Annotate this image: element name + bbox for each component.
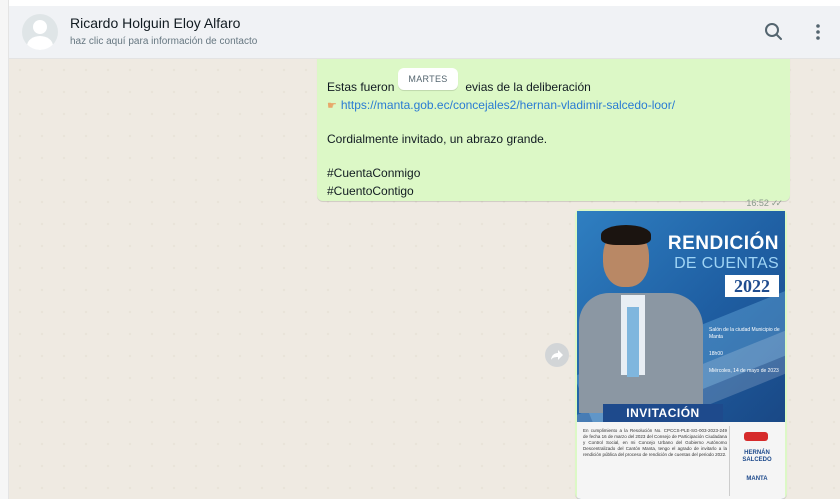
flyer-details: Salón de la ciudad Municipio de Manta 18… bbox=[709, 327, 783, 385]
flyer-subtitle: DE CUENTAS bbox=[674, 255, 779, 272]
hashtag[interactable]: #CuentaConmigo bbox=[327, 166, 420, 180]
flyer-banner: INVITACIÓN bbox=[603, 404, 723, 422]
flyer-title: RENDICIÓN bbox=[667, 233, 779, 254]
flyer-card: En cumplimiento a la Resolución No. CPCC… bbox=[577, 422, 785, 499]
contact-info-hint[interactable]: haz clic aquí para información de contac… bbox=[70, 36, 257, 47]
message-line: Estas fueron evias de la deliberación bbox=[327, 80, 591, 94]
flyer-year: 2022 bbox=[725, 275, 779, 297]
logo-badge-icon bbox=[744, 432, 768, 441]
flyer-logo-name: HERNÁN SALCEDO bbox=[742, 450, 772, 463]
hashtag[interactable]: #CuentoContigo bbox=[327, 184, 414, 198]
flyer-photo-tie bbox=[627, 307, 639, 377]
outgoing-message[interactable]: Estas fueron evias de la deliberación ☛ ht… bbox=[317, 59, 790, 208]
flyer-logo-city: MANTA bbox=[746, 476, 768, 482]
flyer-body-text: En cumplimiento a la Resolución No. CPCC… bbox=[583, 428, 727, 457]
flyer-photo-hair bbox=[601, 225, 651, 245]
message-closing: Cordialmente invitado, un abrazo grande. bbox=[327, 132, 548, 146]
image-message[interactable]: RENDICIÓN DE CUENTAS 2022 Salón de la ci… bbox=[575, 209, 787, 499]
date-separator: MARTES bbox=[398, 68, 458, 90]
search-icon[interactable] bbox=[762, 20, 786, 44]
message-link-line: ☛ https://manta.gob.ec/concejales2/hernan… bbox=[327, 98, 675, 112]
double-check-icon: ✓✓ bbox=[770, 198, 783, 208]
window-left-edge bbox=[0, 0, 9, 499]
avatar-head bbox=[33, 20, 47, 34]
message-time: 16:52 ✓✓ bbox=[746, 198, 783, 209]
message-link[interactable]: https://manta.gob.ec/concejales2/hernan-… bbox=[341, 98, 675, 112]
message-text-end: evias de la deliberación bbox=[465, 80, 591, 94]
forward-button[interactable] bbox=[545, 343, 569, 367]
chat-header[interactable]: Ricardo Holguin Eloy Alfaro haz clic aqu… bbox=[9, 6, 840, 59]
pointing-hand-icon: ☛ bbox=[327, 100, 337, 112]
chat-area[interactable]: Estas fueron evias de la deliberación ☛ ht… bbox=[9, 59, 840, 499]
message-time-text: 16:52 bbox=[746, 198, 769, 208]
avatar[interactable] bbox=[22, 14, 58, 50]
flyer-detail-place: Salón de la ciudad Municipio de Manta bbox=[709, 327, 780, 340]
forward-icon bbox=[551, 350, 563, 360]
flyer-logos: HERNÁN SALCEDO MANTA bbox=[729, 426, 782, 496]
contact-name[interactable]: Ricardo Holguin Eloy Alfaro bbox=[70, 15, 240, 31]
flyer-detail-date: Miércoles, 14 de mayo de 2023 bbox=[709, 368, 779, 374]
menu-icon[interactable] bbox=[806, 20, 830, 44]
flyer-detail-time: 18h00 bbox=[709, 351, 723, 357]
avatar-body bbox=[27, 36, 53, 50]
invitation-flyer-image[interactable]: RENDICIÓN DE CUENTAS 2022 Salón de la ci… bbox=[577, 211, 785, 499]
message-text-start: Estas fueron bbox=[327, 80, 395, 94]
